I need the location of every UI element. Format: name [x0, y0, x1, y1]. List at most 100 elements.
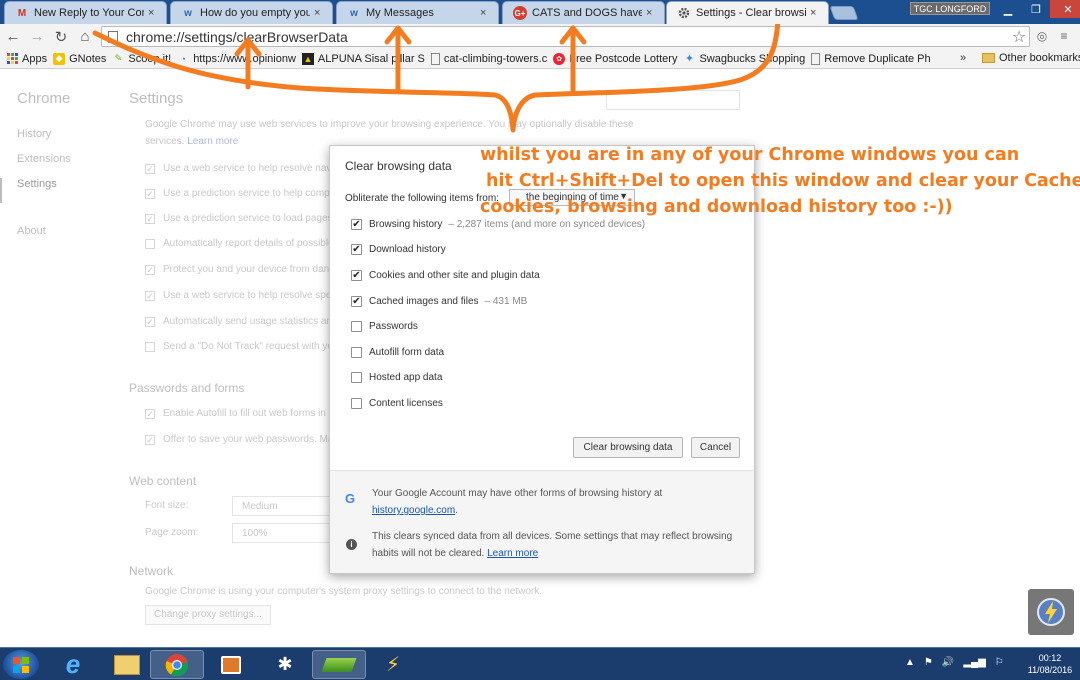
- history-google-link[interactable]: history.google.com: [372, 505, 455, 516]
- window-close-icon[interactable]: ✕: [1050, 0, 1080, 18]
- back-arrow-icon[interactable]: ←: [2, 26, 24, 48]
- checkbox[interactable]: [145, 238, 155, 249]
- clear-item-cookies-and-other-site-and-plugin-data[interactable]: ✔ Cookies and other site and plugin data: [351, 270, 540, 281]
- system-clock[interactable]: 00:12 11/08/2016: [1024, 652, 1076, 676]
- clear-item-passwords[interactable]: Passwords: [351, 321, 418, 332]
- url-text[interactable]: chrome://settings/clearBrowserData: [126, 29, 1009, 45]
- item-label: Autofill form data: [369, 347, 445, 358]
- learn-more-link[interactable]: Learn more: [187, 136, 238, 147]
- close-icon[interactable]: ×: [148, 7, 158, 19]
- clear-item-browsing-history[interactable]: ✔ Browsing history – 2,287 items (and more…: [351, 219, 645, 230]
- minimize-icon[interactable]: ▁: [994, 0, 1022, 18]
- bookmark-scoopit[interactable]: ✎ Scoop.it!: [112, 52, 172, 65]
- tab-settings[interactable]: Settings - Clear browsing ×: [666, 1, 829, 24]
- checkbox[interactable]: ✔: [351, 270, 362, 281]
- ie-icon[interactable]: e: [46, 649, 100, 679]
- page-icon: [430, 52, 440, 65]
- checkbox[interactable]: ✓: [145, 264, 155, 275]
- checkbox[interactable]: [351, 321, 362, 332]
- bookmark-swagbucks[interactable]: ✦ Swagbucks Shopping: [683, 53, 805, 66]
- media-player-icon[interactable]: [204, 650, 258, 679]
- cancel-button[interactable]: Cancel: [691, 437, 740, 458]
- tray-expand-icon[interactable]: ▲: [905, 657, 915, 668]
- clear-item-content-licenses[interactable]: Content licenses: [351, 398, 443, 409]
- lightning-app-icon[interactable]: ⚡: [366, 650, 420, 679]
- sidebar-item-about[interactable]: About: [17, 225, 71, 250]
- close-icon[interactable]: ×: [646, 7, 656, 19]
- close-icon[interactable]: ×: [314, 7, 324, 19]
- bookmark-postcode-lottery[interactable]: ✿ Free Postcode Lottery: [553, 52, 677, 65]
- clear-browsing-data-button[interactable]: Clear browsing data: [573, 437, 683, 458]
- checkbox[interactable]: [351, 347, 362, 358]
- new-tab-button[interactable]: [829, 6, 859, 20]
- close-icon[interactable]: ×: [810, 7, 820, 19]
- learn-more-link[interactable]: Learn more: [487, 548, 538, 559]
- clear-item-hosted-app-data[interactable]: Hosted app data: [351, 372, 442, 383]
- checkbox[interactable]: ✓: [145, 290, 155, 301]
- bookmark-label: Scoop.it!: [128, 52, 172, 65]
- change-proxy-button[interactable]: Change proxy settings...: [145, 605, 271, 625]
- checkbox[interactable]: ✓: [145, 213, 155, 224]
- account-note-text: Your Google Account may have other forms…: [372, 488, 663, 499]
- lightning-icon: [1037, 598, 1065, 626]
- checkbox[interactable]: ✔: [351, 296, 362, 307]
- checkbox[interactable]: [351, 398, 362, 409]
- clear-item-autofill-form-data[interactable]: Autofill form data: [351, 347, 444, 358]
- page-zoom-label: Page zoom:: [145, 527, 199, 538]
- tab-my-messages[interactable]: w My Messages ×: [336, 1, 499, 24]
- explorer-icon[interactable]: [100, 650, 154, 679]
- bookmarks-overflow-icon[interactable]: »: [960, 52, 966, 64]
- volume-icon[interactable]: 🔊: [942, 657, 954, 668]
- network-heading: Network: [129, 564, 174, 578]
- bookmark-alpuna[interactable]: ▲ ALPUNA Sisal pillar S: [301, 52, 425, 65]
- checkbox[interactable]: ✓: [145, 316, 155, 327]
- network-description: Google Chrome is using your computer's s…: [145, 586, 543, 597]
- checkbox[interactable]: ✓: [145, 434, 155, 445]
- checkbox[interactable]: ✔: [351, 244, 362, 255]
- address-bar[interactable]: chrome://settings/clearBrowserData ☆: [101, 26, 1030, 47]
- clear-item-cached-images-and-files[interactable]: ✔ Cached images and files – 431 MB: [351, 296, 527, 307]
- other-bookmarks[interactable]: Other bookmarks: [982, 52, 1080, 64]
- maximize-icon[interactable]: ❐: [1022, 0, 1050, 18]
- checkbox[interactable]: ✔: [351, 219, 362, 230]
- bookmark-apps[interactable]: Apps: [6, 53, 47, 65]
- sidebar-item-extensions[interactable]: Extensions: [17, 153, 71, 178]
- checkbox[interactable]: ✓: [145, 408, 155, 419]
- tab-empty-cache[interactable]: w How do you empty your c ×: [170, 1, 333, 24]
- close-icon[interactable]: ×: [480, 7, 490, 19]
- lightning-widget[interactable]: [1028, 589, 1074, 635]
- forward-arrow-icon[interactable]: →: [26, 26, 48, 48]
- font-size-select[interactable]: Medium: [232, 496, 332, 516]
- clear-item-download-history[interactable]: ✔ Download history: [351, 244, 446, 255]
- bluestacks-icon[interactable]: [312, 650, 366, 679]
- extension-icon[interactable]: ◎: [1034, 28, 1050, 44]
- sidebar-item-settings[interactable]: Settings: [0, 178, 71, 203]
- checkbox[interactable]: ✓: [145, 163, 155, 174]
- clock-date: 11/08/2016: [1027, 665, 1073, 675]
- item-label: Cached images and files: [369, 296, 479, 307]
- gmail-icon: M: [17, 7, 27, 19]
- tab-gmail[interactable]: M New Reply to Your Comm ×: [4, 1, 167, 24]
- checkbox[interactable]: [145, 341, 155, 352]
- home-icon[interactable]: ⌂: [74, 26, 96, 48]
- signal-icon[interactable]: ▂▄▆: [963, 657, 985, 668]
- tab-cats-dogs[interactable]: G+ CATS and DOGS have FUN ×: [502, 1, 665, 24]
- sidebar-item-history[interactable]: History: [17, 128, 71, 153]
- chrome-icon[interactable]: [150, 650, 204, 679]
- bookmark-gnotes[interactable]: ◆ GNotes: [53, 52, 106, 65]
- tray-action-center-icon[interactable]: ⚑: [924, 657, 933, 668]
- flag-icon[interactable]: ⚐: [995, 657, 1004, 668]
- bookmark-remove-duplicate[interactable]: Remove Duplicate Ph: [811, 52, 931, 65]
- bookmark-star-icon[interactable]: ☆: [1009, 27, 1029, 47]
- start-orb-icon[interactable]: [3, 650, 39, 679]
- bluetooth-icon[interactable]: ✱: [258, 650, 312, 679]
- settings-search-input[interactable]: [606, 90, 740, 110]
- bookmark-cat-towers[interactable]: cat-climbing-towers.c: [430, 52, 547, 65]
- profile-badge[interactable]: TGC LONGFORD: [910, 2, 990, 15]
- page-zoom-select[interactable]: 100%: [232, 523, 332, 543]
- menu-icon[interactable]: ≡: [1056, 28, 1072, 44]
- reload-icon[interactable]: ↻: [50, 26, 72, 48]
- checkbox[interactable]: ✓: [145, 188, 155, 199]
- bookmark-opinion[interactable]: ◔ https://www.opinionw: [177, 53, 295, 65]
- checkbox[interactable]: [351, 372, 362, 383]
